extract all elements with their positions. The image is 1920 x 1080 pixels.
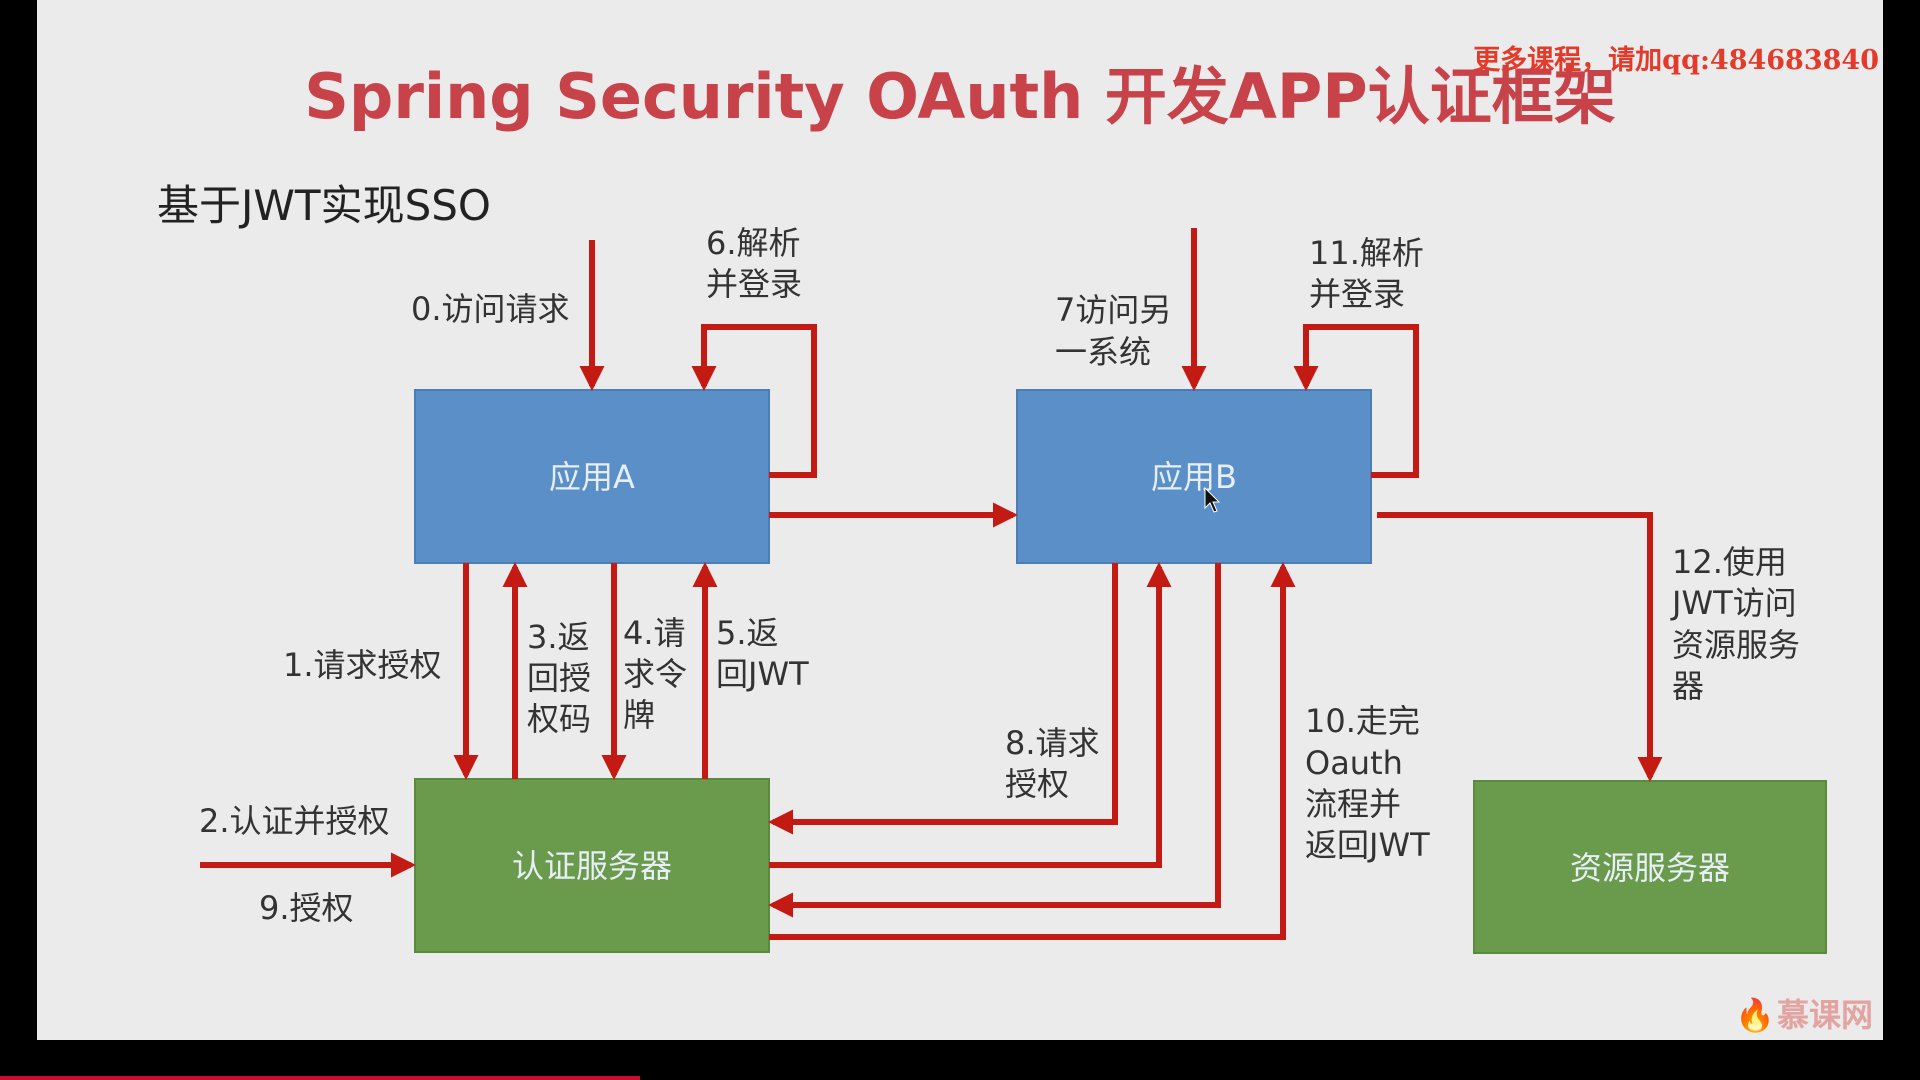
label-step8-line1: 8.请求 [1005, 724, 1100, 762]
resource-server-label: 资源服务器 [1570, 849, 1730, 887]
label-step9: 9.授权 [259, 889, 354, 927]
auth-server-box: 认证服务器 [414, 778, 770, 953]
label-step4-line3: 牌 [623, 696, 655, 734]
label-step3-line3: 权码 [527, 700, 591, 738]
label-step6-line1: 6.解析 [706, 224, 801, 262]
label-step12-line1: 12.使用 [1672, 543, 1787, 581]
label-step0: 0.访问请求 [411, 290, 570, 328]
app-a-label: 应用A [549, 458, 635, 496]
label-step5-line2: 回JWT [716, 655, 809, 693]
label-step5-line1: 5.返 [716, 614, 779, 652]
arrow-b-to-auth-token [767, 563, 1221, 918]
app-a-box: 应用A [414, 389, 770, 564]
label-step2: 2.认证并授权 [199, 802, 390, 840]
label-step3-line2: 回授 [527, 659, 591, 697]
label-step11-line1: 11.解析 [1309, 234, 1424, 272]
label-step4-line2: 求令 [623, 655, 687, 693]
label-step10-line2: Oauth [1305, 744, 1403, 782]
label-step10-line4: 返回JWT [1305, 826, 1430, 864]
label-step7-line1: 7访问另 [1055, 291, 1171, 329]
label-step12-line2: JWT访问 [1670, 584, 1797, 622]
label-step7-line2: 一系统 [1055, 333, 1151, 371]
resource-server-box: 资源服务器 [1473, 780, 1827, 954]
app-b-label: 应用B [1151, 458, 1237, 496]
label-step4-line1: 4.请 [623, 614, 686, 652]
label-step10-line1: 10.走完 [1305, 702, 1420, 740]
label-step8-line2: 授权 [1005, 765, 1069, 803]
label-step12-line4: 器 [1672, 667, 1704, 705]
auth-server-label: 认证服务器 [512, 847, 672, 885]
sso-flow-diagram: 应用A 应用B 认证服务器 资源服务器 0.访问请求 6.解析 并登录 7访问另… [199, 224, 1827, 954]
video-progress-bar[interactable] [0, 1076, 640, 1080]
label-step1: 1.请求授权 [283, 646, 442, 684]
app-b-box: 应用B [1016, 389, 1372, 564]
label-step6-line2: 并登录 [706, 265, 802, 303]
label-step11-line2: 并登录 [1309, 275, 1405, 313]
label-step10-line3: 流程并 [1305, 785, 1401, 823]
label-step12-line3: 资源服务 [1672, 626, 1800, 664]
label-step3-line1: 3.返 [527, 618, 590, 656]
